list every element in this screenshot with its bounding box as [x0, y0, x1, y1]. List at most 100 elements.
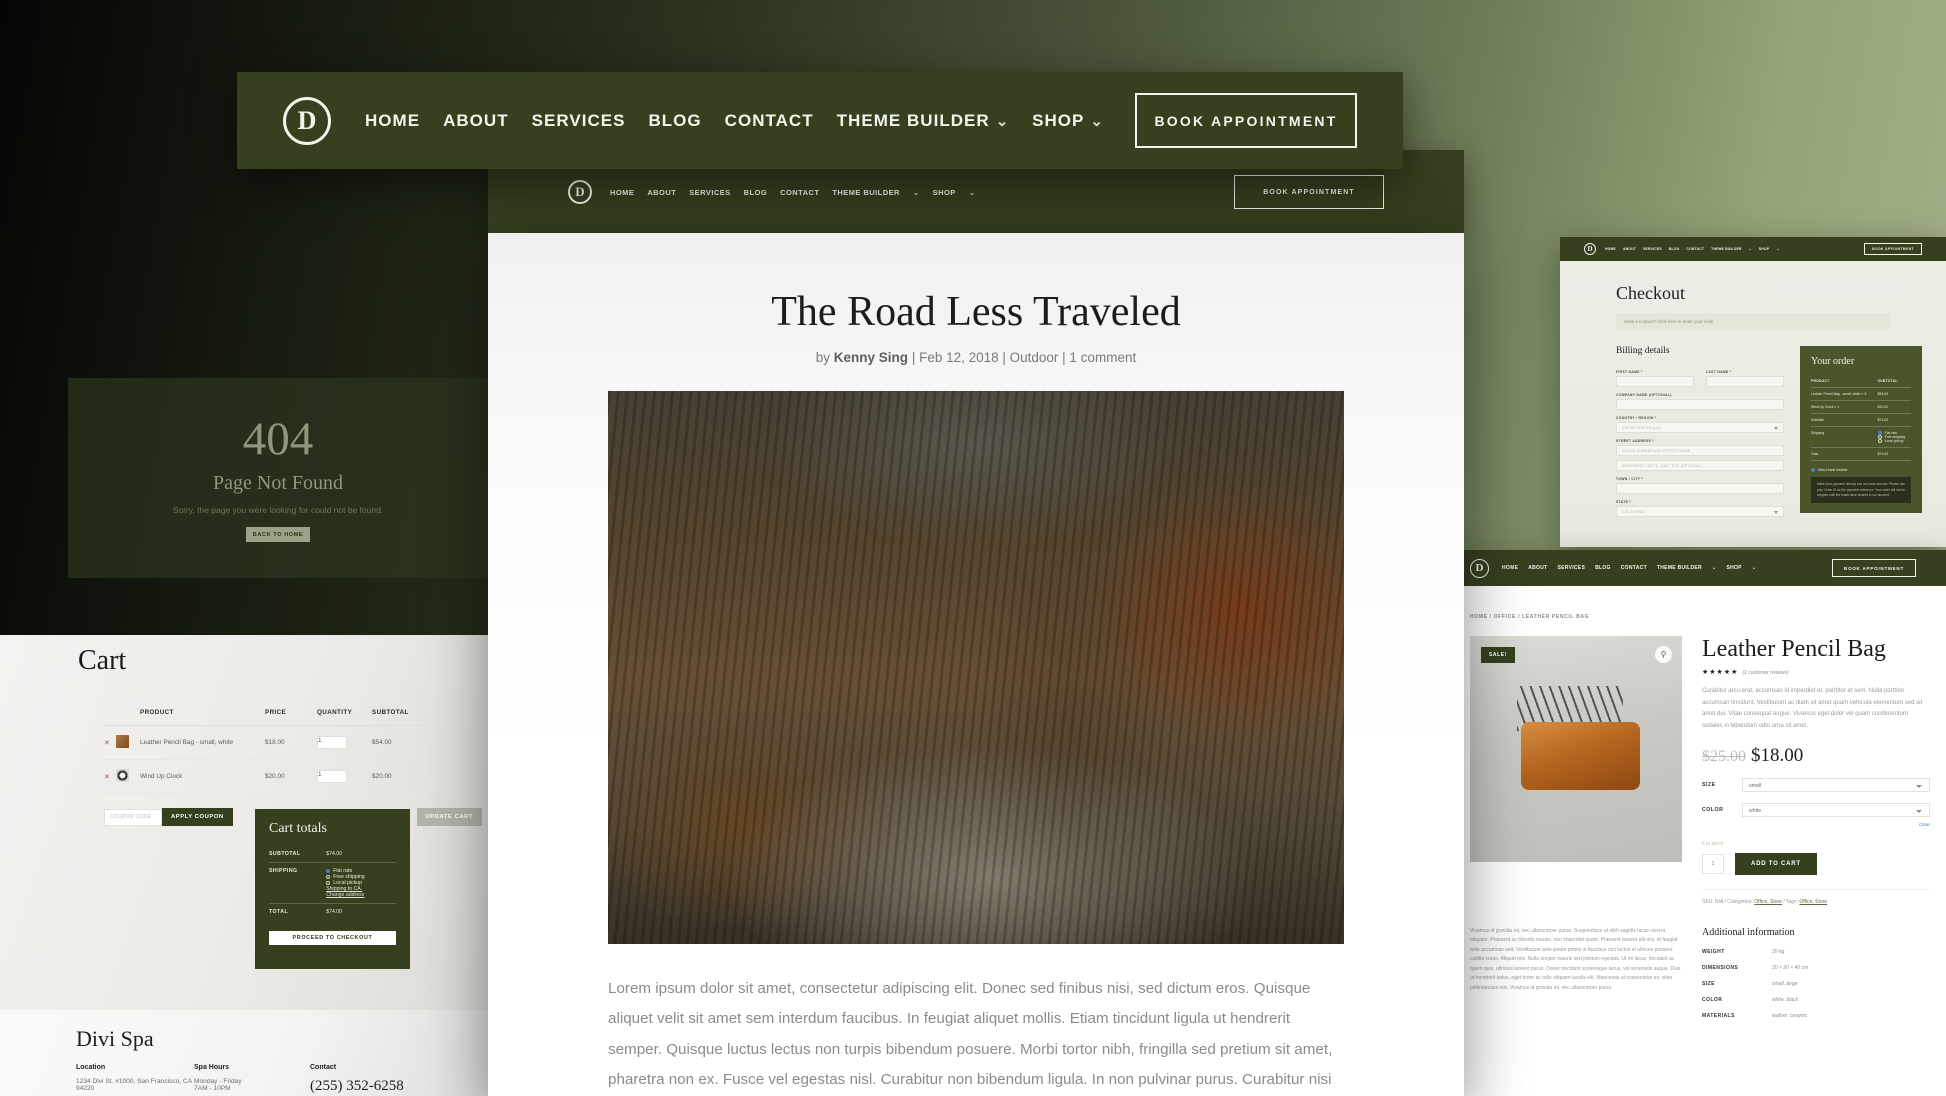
nav-item-services[interactable]: SERVICES: [1557, 565, 1585, 571]
footer-col-title: Location: [76, 1064, 106, 1071]
nav-item-about[interactable]: ABOUT: [443, 111, 509, 131]
nav-item-services[interactable]: SERVICES: [532, 111, 626, 131]
quantity-stepper[interactable]: 1: [317, 770, 347, 783]
country-select[interactable]: UNITED STATES (US): [1616, 422, 1784, 433]
nav-item-contact[interactable]: CONTACT: [1686, 247, 1704, 251]
remove-item-icon[interactable]: ✕: [104, 774, 110, 781]
nav-item-blog[interactable]: BLOG: [744, 188, 767, 197]
chevron-down-icon[interactable]: ⌄: [996, 112, 1009, 130]
back-to-home-button[interactable]: BACK TO HOME: [246, 527, 310, 542]
cart-price: $18.00: [265, 725, 317, 760]
payment-option-bank-transfer[interactable]: Direct bank transfer: [1811, 468, 1911, 473]
order-header-row: PRODUCT SUBTOTAL: [1811, 375, 1911, 388]
coupon-input[interactable]: COUPON CODE: [104, 808, 162, 826]
nav-item-home[interactable]: HOME: [365, 111, 420, 131]
nav-item-blog[interactable]: BLOG: [1595, 565, 1611, 571]
book-appointment-button[interactable]: BOOK APPOINTMENT: [1135, 93, 1357, 148]
variation-size: SIZE small: [1702, 777, 1930, 792]
radio-icon[interactable]: [326, 880, 331, 885]
nav-item-contact[interactable]: CONTACT: [725, 111, 814, 131]
cart-product-name[interactable]: Leather Pencil Bag - small, white: [140, 725, 265, 760]
nav-item-services[interactable]: SERVICES: [1643, 247, 1662, 251]
breadcrumb[interactable]: HOME / OFFICE / LEATHER PENCIL BAG: [1470, 614, 1946, 620]
nav-item-shop[interactable]: SHOP: [1759, 247, 1769, 251]
add-to-cart-button[interactable]: ADD TO CART: [1735, 852, 1817, 875]
nav-item-blog[interactable]: BLOG: [1669, 247, 1680, 251]
nav-item-services[interactable]: SERVICES: [689, 188, 730, 197]
color-select[interactable]: white: [1742, 802, 1930, 817]
update-cart-button[interactable]: UPDATE CART: [416, 808, 482, 826]
product-thumbnail[interactable]: [116, 769, 129, 782]
nav-item-shop[interactable]: SHOP: [1726, 565, 1741, 571]
chevron-down-icon[interactable]: ⌄: [1752, 565, 1757, 571]
error-text: Sorry, the page you were looking for cou…: [172, 505, 384, 515]
nav-item-contact[interactable]: CONTACT: [1621, 565, 1647, 571]
table-row: COLOR white, black: [1702, 992, 1930, 1008]
nav-item-theme-builder[interactable]: THEME BUILDER: [1657, 565, 1702, 571]
remove-item-icon[interactable]: ✕: [104, 740, 110, 747]
company-field[interactable]: [1616, 399, 1784, 410]
street-address-field[interactable]: HOUSE NUMBER AND STREET NAME: [1616, 445, 1784, 456]
apply-coupon-button[interactable]: APPLY COUPON: [162, 808, 233, 826]
table-row: DIMENSIONS 20 × 20 × 40 cm: [1702, 960, 1930, 976]
nav-item-shop[interactable]: SHOP: [933, 188, 956, 197]
size-label: SIZE: [1702, 781, 1716, 788]
sale-badge: SALE!: [1481, 647, 1515, 663]
review-count[interactable]: (2 customer reviews): [1742, 670, 1788, 676]
site-logo[interactable]: D: [568, 180, 592, 204]
product-gallery[interactable]: SALE! ⚲: [1470, 636, 1682, 862]
radio-icon[interactable]: [1877, 439, 1882, 444]
nav-item-contact[interactable]: CONTACT: [780, 188, 819, 197]
radio-icon[interactable]: [326, 868, 331, 873]
nav-item-shop[interactable]: SHOP: [1032, 111, 1084, 131]
meta-author[interactable]: Kenny Sing: [834, 350, 908, 365]
nav-item-home[interactable]: HOME: [1605, 247, 1616, 251]
product-thumbnail[interactable]: [116, 735, 129, 748]
first-name-field[interactable]: [1616, 376, 1694, 387]
town-city-field[interactable]: [1616, 483, 1784, 494]
site-logo[interactable]: D: [1584, 243, 1596, 255]
book-appointment-button[interactable]: BOOK APPOINTMENT: [1234, 175, 1384, 209]
cart-product-name[interactable]: Wind Up Clock: [140, 759, 265, 794]
chevron-down-icon[interactable]: ⌄: [913, 188, 920, 197]
chevron-down-icon[interactable]: ⌄: [1776, 247, 1779, 251]
footer-phone[interactable]: (255) 352-6258: [310, 1078, 404, 1095]
chevron-down-icon[interactable]: ⌄: [1749, 247, 1752, 251]
coupon-notice[interactable]: Have a coupon? Click here to enter your …: [1616, 313, 1890, 330]
book-appointment-button[interactable]: BOOK APPOINTMENT: [1864, 243, 1922, 255]
nav-item-theme-builder[interactable]: THEME BUILDER: [832, 188, 900, 197]
magnifier-icon[interactable]: ⚲: [1655, 646, 1672, 663]
quantity-stepper[interactable]: 1: [317, 736, 347, 749]
radio-icon[interactable]: [1811, 468, 1815, 473]
nav-item-theme-builder[interactable]: THEME BUILDER: [1711, 247, 1742, 251]
book-appointment-button[interactable]: BOOK APPOINTMENT: [1831, 559, 1916, 577]
sku-categories[interactable]: Office, Store: [1754, 899, 1782, 905]
nav-item-home[interactable]: HOME: [610, 188, 634, 197]
last-name-field[interactable]: [1706, 376, 1784, 387]
chevron-down-icon[interactable]: ⌄: [969, 188, 976, 197]
state-select[interactable]: CALIFORNIA: [1616, 506, 1784, 517]
chevron-down-icon[interactable]: ⌄: [1712, 565, 1717, 571]
size-select[interactable]: small: [1742, 777, 1930, 792]
quantity-input[interactable]: 1: [1702, 853, 1724, 874]
sku-tags[interactable]: Office, Store: [1799, 899, 1827, 905]
nav-item-about[interactable]: ABOUT: [647, 188, 676, 197]
nav-item-theme-builder[interactable]: THEME BUILDER: [837, 111, 990, 131]
change-address-link[interactable]: Change address: [326, 892, 396, 898]
street-address-2-field[interactable]: APARTMENT, SUITE, UNIT, ETC (OPTIONAL): [1616, 460, 1784, 471]
nav-item-about[interactable]: ABOUT: [1623, 247, 1636, 251]
nav-item-about[interactable]: ABOUT: [1528, 565, 1547, 571]
footer-col-title: Contact: [310, 1064, 337, 1071]
nav-item-blog[interactable]: BLOG: [648, 111, 701, 131]
col-thumb: [116, 709, 140, 726]
secondary-nav-links: HOME ABOUT SERVICES BLOG CONTACT THEME B…: [610, 188, 975, 197]
rating-stars[interactable]: ★★★★★ (2 customer reviews): [1702, 668, 1930, 676]
proceed-to-checkout-button[interactable]: PROCEED TO CHECKOUT: [269, 931, 396, 945]
radio-icon[interactable]: [326, 874, 331, 879]
site-logo[interactable]: D: [1470, 558, 1489, 578]
chevron-down-icon[interactable]: ⌄: [1090, 112, 1103, 130]
site-logo[interactable]: D: [283, 96, 331, 145]
clear-variations-link[interactable]: Clear: [1702, 822, 1930, 827]
order-shipping-local-pickup[interactable]: Local pickup: [1877, 439, 1911, 444]
nav-item-home[interactable]: HOME: [1502, 565, 1518, 571]
